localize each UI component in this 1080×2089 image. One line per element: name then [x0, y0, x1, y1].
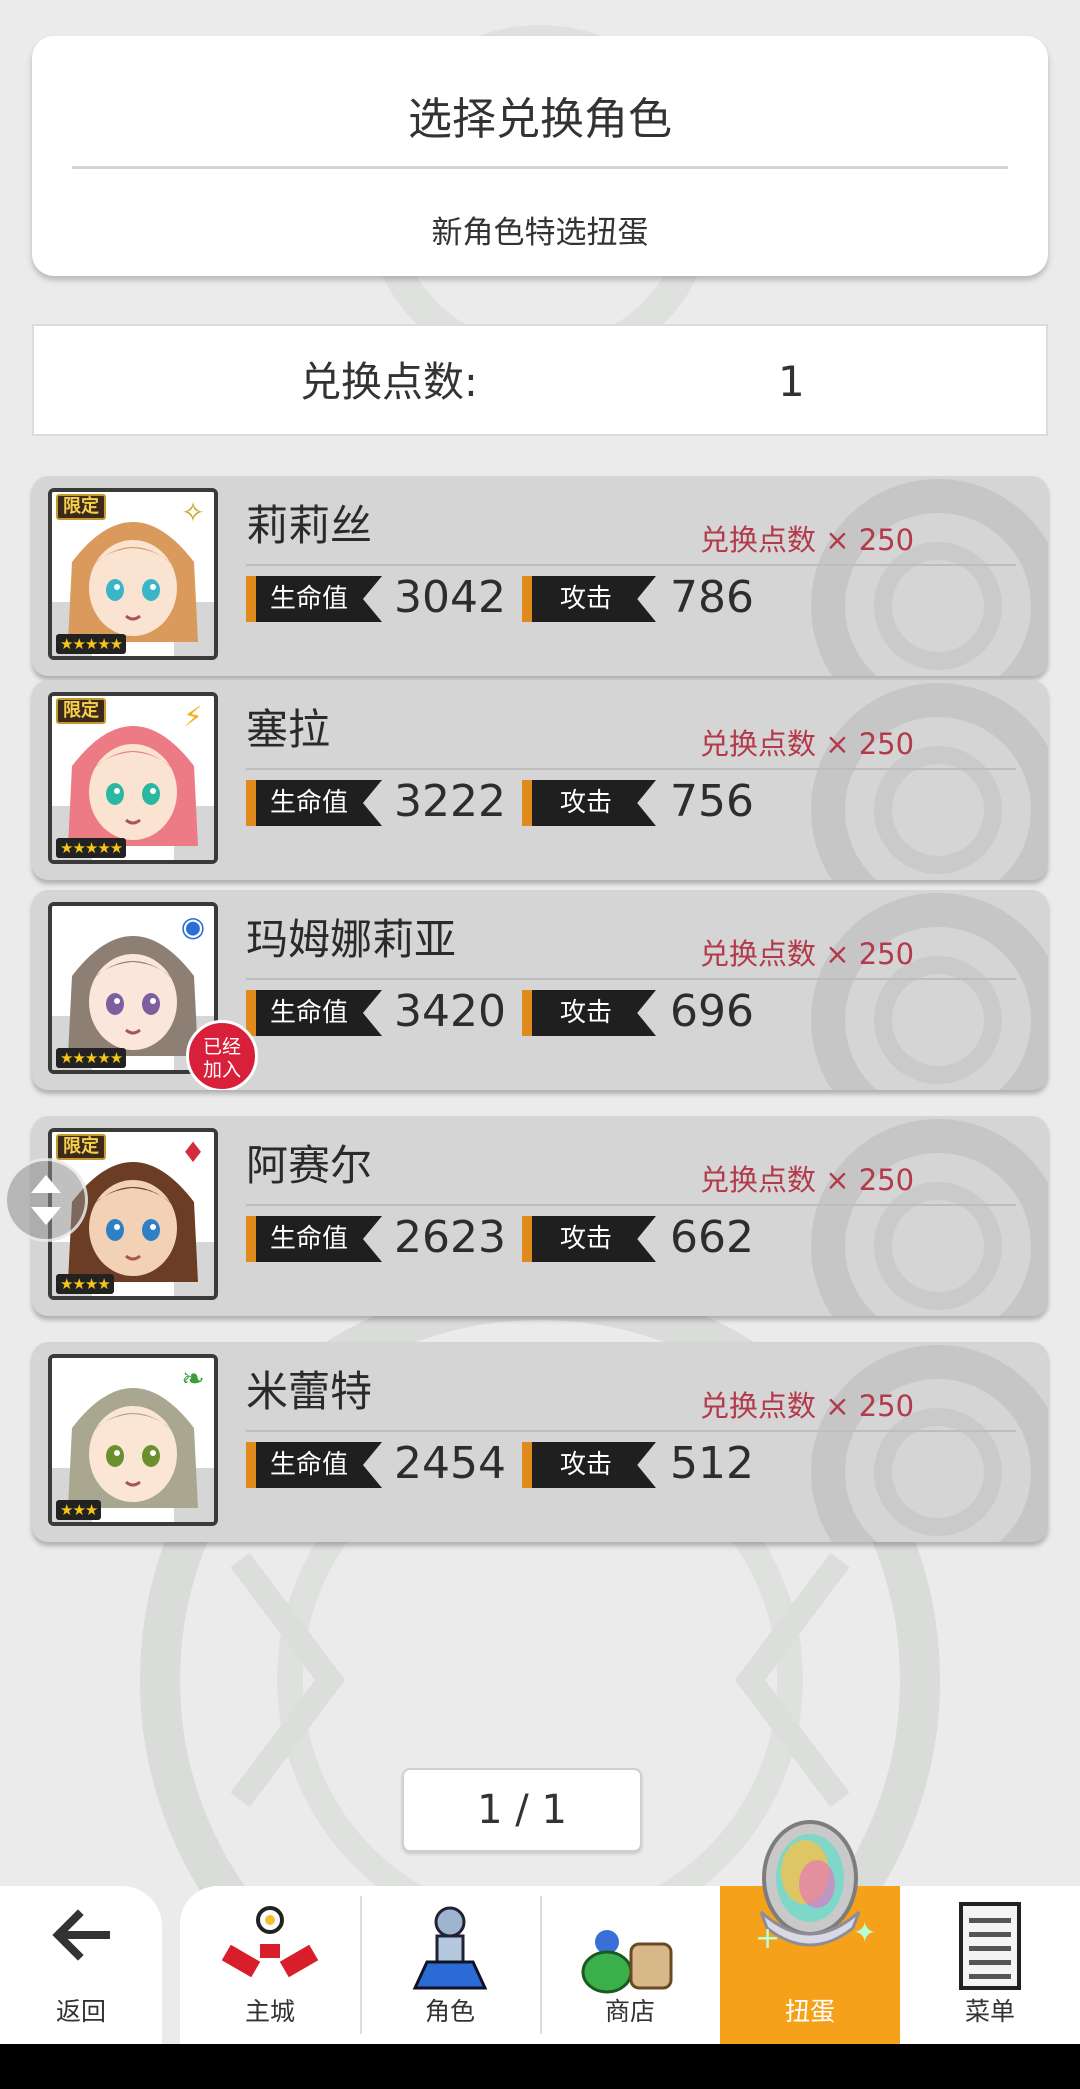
svg-text:+: + [755, 1921, 780, 1956]
hp-label: 生命值 [246, 1442, 382, 1488]
card-emblem-decoration [811, 1119, 1048, 1316]
header-divider [72, 166, 1008, 169]
exchange-points-label: 兑换点数: [300, 358, 478, 406]
tab-main-city-label: 主城 [244, 1997, 295, 2026]
hp-value: 2623 [394, 1212, 506, 1263]
back-label: 返回 [55, 1997, 106, 2026]
tab-menu[interactable]: 菜单 [900, 1886, 1080, 2044]
header-card: 选择兑换角色 新角色特选扭蛋 [32, 36, 1048, 276]
attack-value: 662 [670, 1212, 754, 1263]
back-arrow-icon [52, 1909, 110, 1961]
attack-value: 696 [670, 986, 754, 1037]
attack-label: 攻击 [522, 576, 656, 622]
element-icon: ✧ [181, 496, 205, 529]
character-portrait[interactable]: ★★★ ❧ [48, 1354, 218, 1526]
character-name: 塞拉 [246, 705, 331, 754]
tab-shop[interactable]: 商店 [540, 1886, 720, 2044]
back-button[interactable]: 返回 [0, 1886, 162, 2044]
attack-value: 786 [670, 572, 754, 623]
rarity-stars: ★★★★★ [56, 634, 127, 654]
hp-value: 3420 [394, 986, 506, 1037]
card-emblem-decoration [811, 893, 1048, 1090]
exchange-cost: 兑换点数 × 250 [700, 727, 915, 761]
character-card[interactable]: 限定 ★★★★★ ✧ 莉莉丝 兑换点数 × 250 生命值 3042 攻击 786 [32, 476, 1048, 676]
page-subtitle: 新角色特选扭蛋 [431, 215, 649, 251]
tab-main-city[interactable]: 主城 [180, 1886, 360, 2044]
svg-text:✦: ✦ [853, 1916, 876, 1949]
character-portrait[interactable]: 限定 ★★★★★ ✧ [48, 488, 218, 660]
exchange-cost: 兑换点数 × 250 [700, 523, 915, 557]
character-card[interactable]: 限定 ★★★★★ ⚡ 塞拉 兑换点数 × 250 生命值 3222 攻击 756 [32, 680, 1048, 880]
tab-characters-label: 角色 [424, 1997, 475, 2026]
limited-tag: 限定 [56, 494, 106, 520]
limited-tag: 限定 [56, 698, 106, 724]
character-card[interactable]: ★★★ ❧ 米蕾特 兑换点数 × 250 生命值 2454 攻击 512 [32, 1342, 1048, 1542]
page-title: 选择兑换角色 [408, 94, 672, 145]
rarity-stars: ★★★★ [56, 1274, 114, 1294]
character-name: 阿赛尔 [246, 1141, 373, 1190]
card-divider [246, 564, 1016, 566]
character-card[interactable]: 限定 ★★★★ ♦ 阿赛尔 兑换点数 × 250 生命值 2623 攻击 662 [32, 1116, 1048, 1316]
attack-label: 攻击 [522, 780, 656, 826]
exchange-points-panel: 兑换点数: 1 [32, 324, 1048, 436]
tab-bar: 主城 角色 商店 + ✦ 扭蛋 菜单 [180, 1820, 1080, 2044]
card-divider [246, 1430, 1016, 1432]
character-name: 玛姆娜莉亚 [246, 915, 457, 964]
card-divider [246, 1204, 1016, 1206]
attack-value: 756 [670, 776, 754, 827]
shop-icon [581, 1930, 673, 1994]
character-name: 莉莉丝 [246, 501, 373, 550]
tab-shop-label: 商店 [604, 1997, 655, 2026]
card-divider [246, 978, 1016, 980]
element-icon: ♦ [180, 1136, 206, 1169]
already-joined-badge: 已经 加入 [186, 1020, 258, 1090]
gacha-crystal-icon: + ✦ [755, 1820, 876, 1956]
element-icon: ❧ [181, 1362, 205, 1395]
tab-menu-label: 菜单 [964, 1997, 1015, 2026]
attack-label: 攻击 [522, 1442, 656, 1488]
exchange-points-value: 1 [778, 357, 805, 406]
rarity-stars: ★★★★★ [56, 1048, 127, 1068]
hp-label: 生命值 [246, 990, 382, 1036]
card-divider [246, 768, 1016, 770]
hp-value: 3042 [394, 572, 506, 623]
floating-scroll-handle[interactable] [4, 1158, 88, 1242]
page-indicator: 1 / 1 [402, 1768, 642, 1852]
element-icon: ⚡ [183, 700, 203, 733]
character-name: 米蕾特 [246, 1367, 373, 1416]
hp-label: 生命值 [246, 576, 382, 622]
updown-arrows-icon [31, 1175, 61, 1225]
exchange-cost: 兑换点数 × 250 [700, 1163, 915, 1197]
attack-label: 攻击 [522, 1216, 656, 1262]
card-emblem-decoration [811, 1345, 1048, 1542]
character-icon [412, 1906, 488, 1990]
hp-value: 2454 [394, 1438, 506, 1489]
tab-gacha-label: 扭蛋 [784, 1997, 835, 2026]
limited-tag: 限定 [56, 1134, 106, 1160]
main-city-icon [221, 1906, 319, 1978]
card-emblem-decoration [811, 479, 1048, 676]
rarity-stars: ★★★ [56, 1500, 102, 1520]
character-card[interactable]: ★★★★★ ◉ 玛姆娜莉亚 兑换点数 × 250 生命值 3420 攻击 696 … [32, 890, 1048, 1090]
system-navigation-bar [0, 2044, 1080, 2089]
attack-value: 512 [670, 1438, 754, 1489]
hp-label: 生命值 [246, 1216, 382, 1262]
exchange-cost: 兑换点数 × 250 [700, 1389, 915, 1423]
tab-gacha[interactable]: + ✦ 扭蛋 [720, 1820, 900, 2044]
rarity-stars: ★★★★★ [56, 838, 127, 858]
tab-characters[interactable]: 角色 [360, 1886, 540, 2044]
hp-label: 生命值 [246, 780, 382, 826]
element-icon: ◉ [180, 910, 206, 943]
menu-list-icon [959, 1902, 1021, 1990]
attack-label: 攻击 [522, 990, 656, 1036]
card-emblem-decoration [811, 683, 1048, 880]
exchange-cost: 兑换点数 × 250 [700, 937, 915, 971]
hp-value: 3222 [394, 776, 506, 827]
character-portrait[interactable]: 限定 ★★★★★ ⚡ [48, 692, 218, 864]
bottom-navigation: 返回 主城 角色 商店 + ✦ 扭蛋 菜单 [0, 1820, 1080, 2044]
